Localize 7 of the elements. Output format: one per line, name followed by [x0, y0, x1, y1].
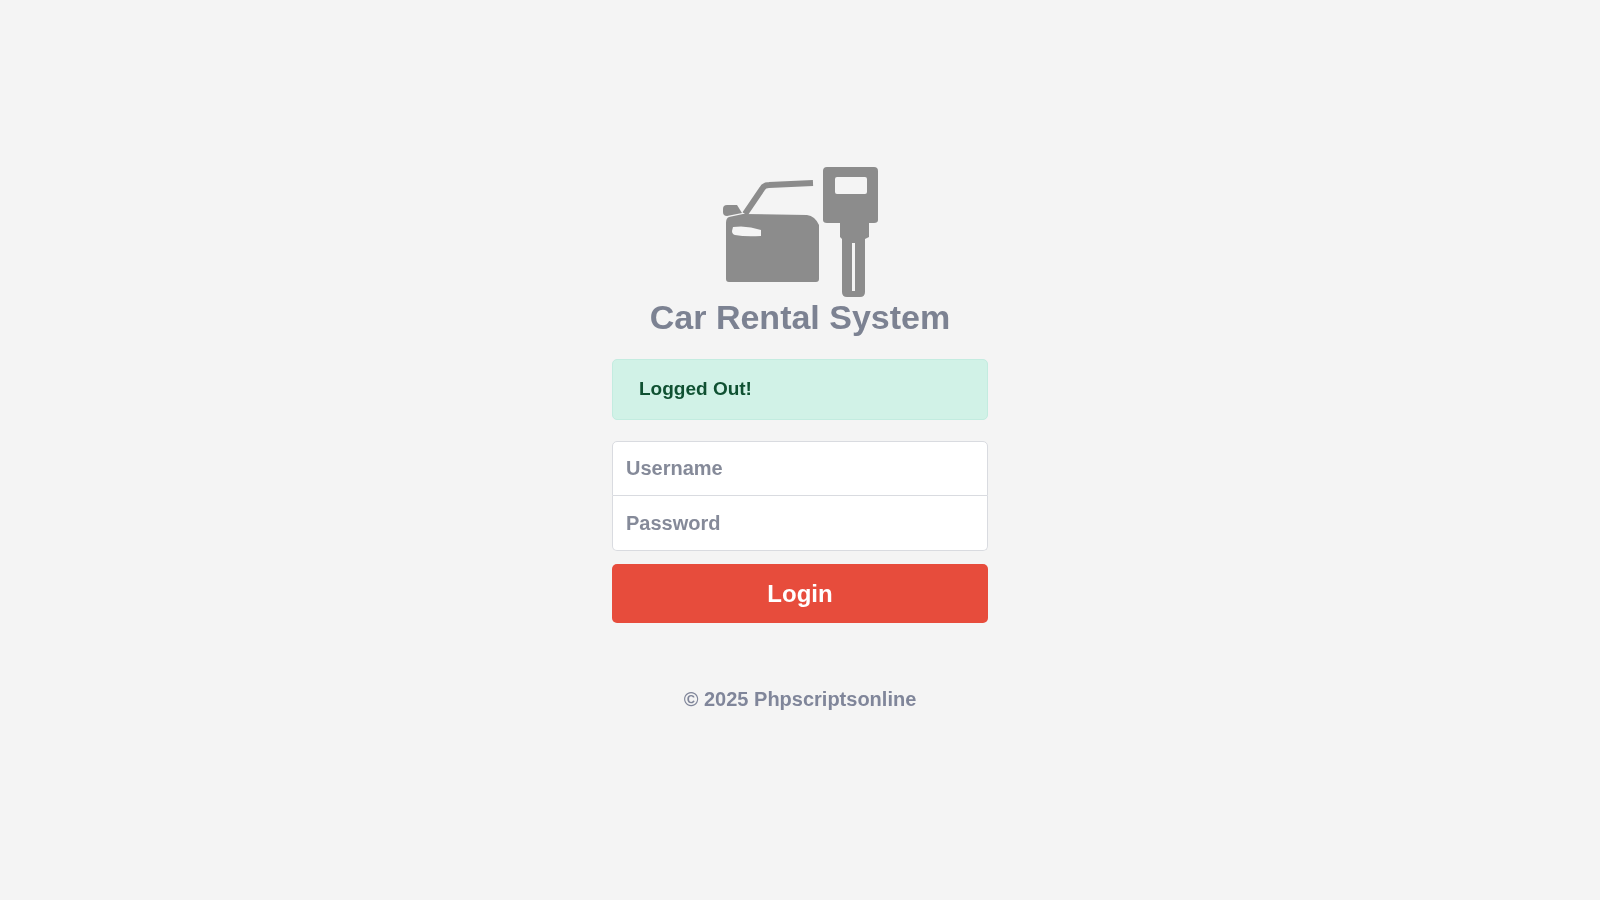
app-title: Car Rental System	[649, 297, 951, 337]
login-button[interactable]: Login	[612, 564, 988, 623]
copyright-text: © 2025 Phpscriptsonline	[683, 687, 917, 712]
alert-message: Logged Out!	[612, 359, 988, 420]
input-field[interactable]: Username	[612, 441, 988, 496]
car-and-key-logo-icon	[722, 167, 878, 297]
input-field[interactable]: Password	[612, 496, 988, 551]
